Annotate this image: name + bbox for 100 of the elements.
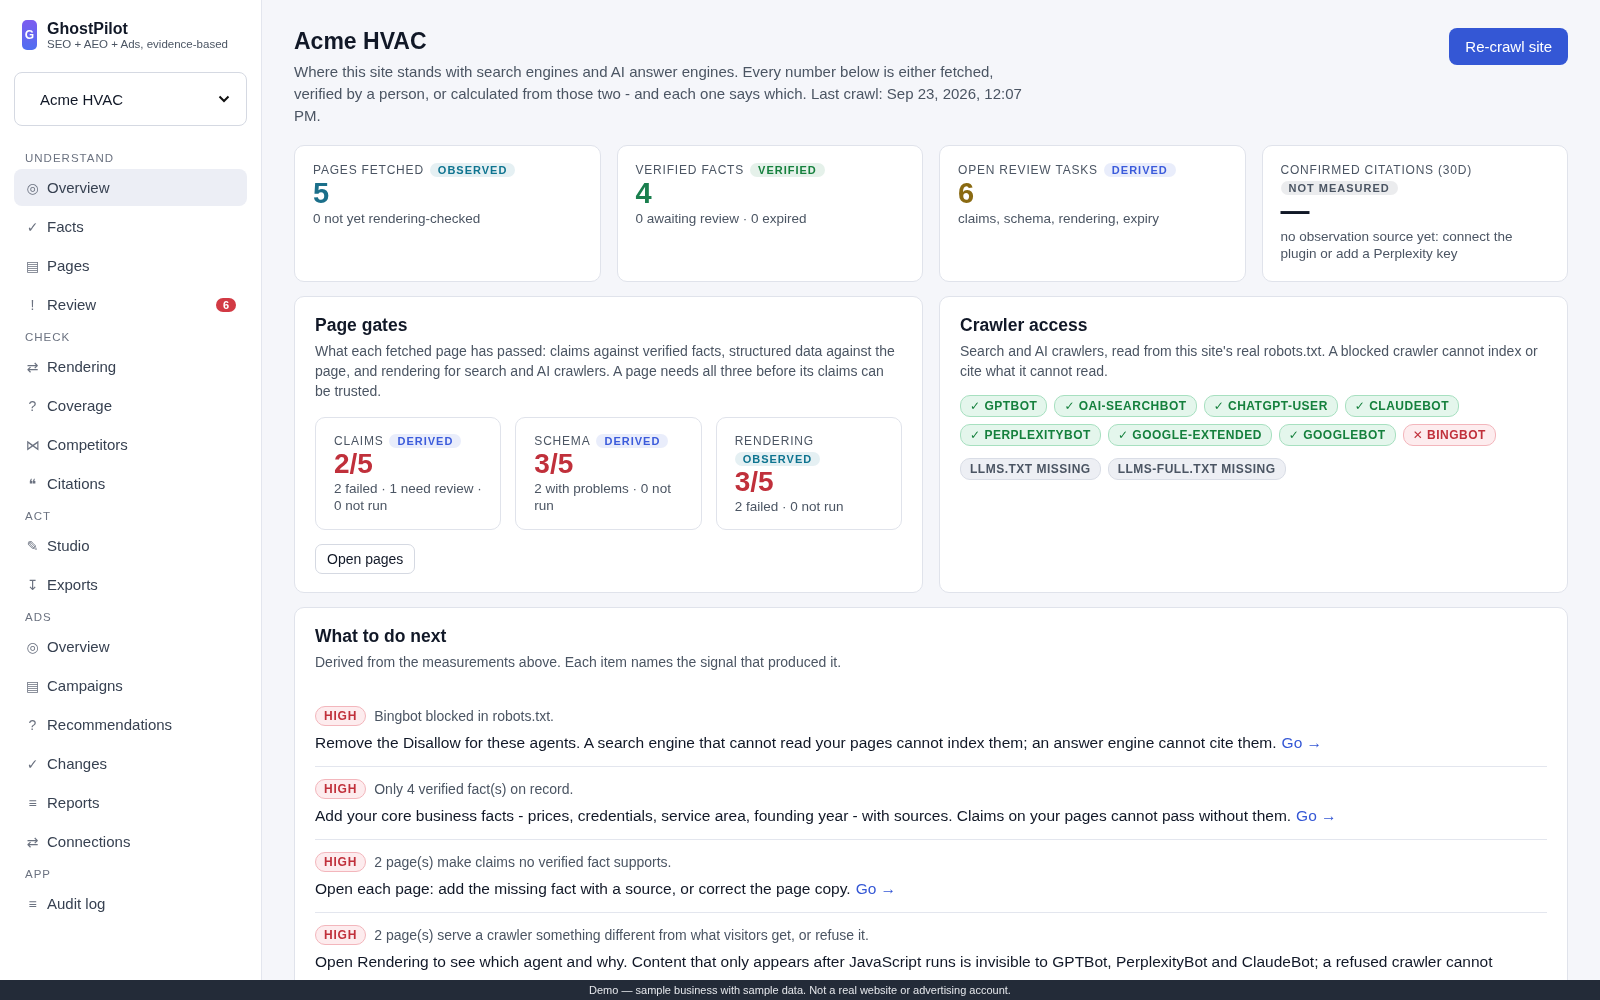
nav-glyph-icon: ◎ <box>25 179 40 196</box>
step-signal: Bingbot blocked in robots.txt. <box>374 708 554 725</box>
recrawl-button[interactable]: Re-crawl site <box>1449 28 1568 65</box>
gate-note: 2 failed · 1 need review · 0 not run <box>334 480 483 515</box>
demo-banner: Demo — sample business with sample data. Not a real website or advertising account. <box>0 980 1600 1000</box>
nav-item[interactable]: ! Review 6 <box>14 286 247 323</box>
nav-item[interactable]: ◎ Overview <box>14 169 247 206</box>
step-signal: 2 page(s) make claims no verified fact supports. <box>374 854 672 871</box>
nav-glyph-icon: ≡ <box>25 794 40 811</box>
stat-value: 6 <box>958 177 976 211</box>
card-title: Page gates <box>315 315 409 336</box>
brand-name: GhostPilot <box>47 20 129 38</box>
gate-note: 2 failed · 0 not run <box>734 498 845 516</box>
stat-label: PAGES FETCHED <box>313 163 424 177</box>
step-action: Open Rendering to see which agent and why. Content that only appears after JavaScript runs is invisible to GPTBot, PerplexityBot and ClaudeBot; a refused crawler cannot <box>315 952 1494 973</box>
open-pages-button[interactable]: Open pages <box>315 544 416 575</box>
nav-item[interactable]: ≡ Audit log <box>14 885 247 922</box>
go-link[interactable]: Go → <box>855 880 897 898</box>
nav-glyph-icon: ▤ <box>25 257 40 274</box>
nav-item[interactable]: ✓ Facts <box>14 208 247 245</box>
stat-value: 4 <box>635 177 653 211</box>
crawler-chip: ✓ CLAUDEBOT <box>1344 395 1459 417</box>
gate-value: 2/5 <box>334 448 374 481</box>
nav-glyph-icon: ! <box>25 296 40 313</box>
status-badge: OBSERVED <box>734 452 821 466</box>
crawler-chip: ✓ GOOGLEBOT <box>1278 424 1396 446</box>
gate-label: CLAIMS <box>334 434 384 448</box>
nav-glyph-icon: ✓ <box>25 218 40 235</box>
card-description: Search and AI crawlers, read from this site's real robots.txt. A blocked crawler cannot index or cite what it cannot read. <box>960 342 1539 381</box>
nav-glyph-icon: ≡ <box>25 895 40 912</box>
nav-glyph-icon: ✓ <box>25 755 40 772</box>
nav-item[interactable]: ≡ Reports <box>14 784 247 821</box>
stat-note: claims, schema, rendering, expiry <box>958 210 1161 228</box>
nav-glyph-icon: ◎ <box>25 638 40 655</box>
card-title: What to do next <box>315 626 448 648</box>
crawler-chip: ✕ BINGBOT <box>1402 424 1496 446</box>
priority-badge: HIGH <box>315 706 367 727</box>
logo-icon: G <box>22 20 37 50</box>
brand-tagline: SEO + AEO + Ads, evidence-based <box>47 38 228 50</box>
crawler-chip: ✓ PERPLEXITYBOT <box>960 424 1101 446</box>
chevron-down-icon <box>218 95 230 103</box>
priority-badge: HIGH <box>315 852 367 873</box>
nav-item[interactable]: ? Recommendations <box>14 706 247 743</box>
status-badge: OBSERVED <box>429 163 516 177</box>
stat-label: OPEN REVIEW TASKS <box>958 163 1098 177</box>
step-action: Open each page: add the missing fact with a source, or correct the page copy. Go → <box>315 879 898 900</box>
nav-glyph-icon: ? <box>25 397 40 414</box>
nav-glyph-icon: ⋈ <box>25 436 40 453</box>
nav-item[interactable]: ⇄ Rendering <box>14 348 247 385</box>
go-link[interactable]: Go → <box>1296 807 1337 825</box>
gate-value: 3/5 <box>734 466 775 499</box>
file-status-chip: LLMS.TXT MISSING <box>960 458 1101 480</box>
nav-item[interactable]: ? Coverage <box>14 387 247 424</box>
nav-item[interactable]: ⋈ Competitors <box>14 426 247 463</box>
step-signal: 2 page(s) serve a crawler something different from what visitors get, or refuse it. <box>374 927 869 944</box>
status-badge: DERIVED <box>596 434 669 448</box>
stat-label: VERIFIED FACTS <box>635 163 745 177</box>
crawler-chip: ✓ OAI-SEARCHBOT <box>1054 395 1197 417</box>
nav-glyph-icon: ⇄ <box>25 358 40 375</box>
nav-item[interactable]: ⇄ Connections <box>14 823 247 860</box>
section-heading: UNDERSTAND <box>24 152 115 164</box>
gate-label: RENDERING <box>734 434 814 448</box>
status-badge: DERIVED <box>389 434 462 448</box>
stat-value: 5 <box>313 177 331 211</box>
nav-item[interactable]: ↧ Exports <box>14 566 247 603</box>
section-heading: ACT <box>24 510 52 522</box>
status-badge: NOT MEASURED <box>1280 181 1398 195</box>
nav-item[interactable]: ✓ Changes <box>14 745 247 782</box>
section-heading: ADS <box>24 611 53 623</box>
stat-note: 0 awaiting review · 0 expired <box>635 210 808 228</box>
stat-note: no observation source yet: connect the plugin or add a Perplexity key <box>1280 228 1514 263</box>
priority-badge: HIGH <box>315 925 367 946</box>
card-title: Crawler access <box>960 315 1089 336</box>
status-badge: VERIFIED <box>750 163 825 177</box>
nav-glyph-icon: ▤ <box>25 677 40 694</box>
nav-item[interactable]: ✎ Studio <box>14 527 247 564</box>
priority-badge: HIGH <box>315 779 367 800</box>
count-badge: 6 <box>215 297 236 312</box>
step-action: Add your core business facts - prices, credentials, service area, founding year - with sources. Claims on your pages cannot pass without them. Go → <box>315 806 1338 827</box>
nav-glyph-icon: ✎ <box>25 537 40 554</box>
nav-item[interactable]: ◎ Overview <box>14 628 247 665</box>
page-description: Where this site stands with search engines and AI answer engines. Every number below is either fetched, verified by a person, or calculated from those two - and each one says which. Last crawl: Sep 23, 2026, 12:07 PM. <box>294 62 1023 126</box>
crawler-chip: ✓ GPTBOT <box>960 395 1048 417</box>
go-link[interactable]: Go → <box>1281 734 1323 752</box>
file-status-chip: LLMS-FULL.TXT MISSING <box>1107 458 1286 480</box>
nav-item[interactable]: ▤ Campaigns <box>14 667 247 704</box>
card-description: What each fetched page has passed: claims against verified facts, structured data against the page, and rendering for search and AI crawlers. A page needs all three before its claims can be trusted. <box>315 342 896 401</box>
stat-note: 0 not yet rendering-checked <box>313 210 482 228</box>
page-title: Acme HVAC <box>294 28 428 55</box>
nav-item[interactable]: ▤ Pages <box>14 247 247 284</box>
nav-glyph-icon: ⇄ <box>25 833 40 850</box>
site-selector[interactable]: Acme HVAC <box>14 72 247 126</box>
nav-glyph-icon: ❝ <box>25 475 40 492</box>
nav-item[interactable]: ❝ Citations <box>14 465 247 502</box>
stat-label: CONFIRMED CITATIONS (30D) <box>1280 163 1473 177</box>
nav-glyph-icon: ↧ <box>25 576 40 593</box>
section-heading: APP <box>24 868 52 880</box>
nav-glyph-icon: ? <box>25 716 40 733</box>
gate-label: SCHEMA <box>534 434 591 448</box>
gate-value: 3/5 <box>534 448 575 481</box>
